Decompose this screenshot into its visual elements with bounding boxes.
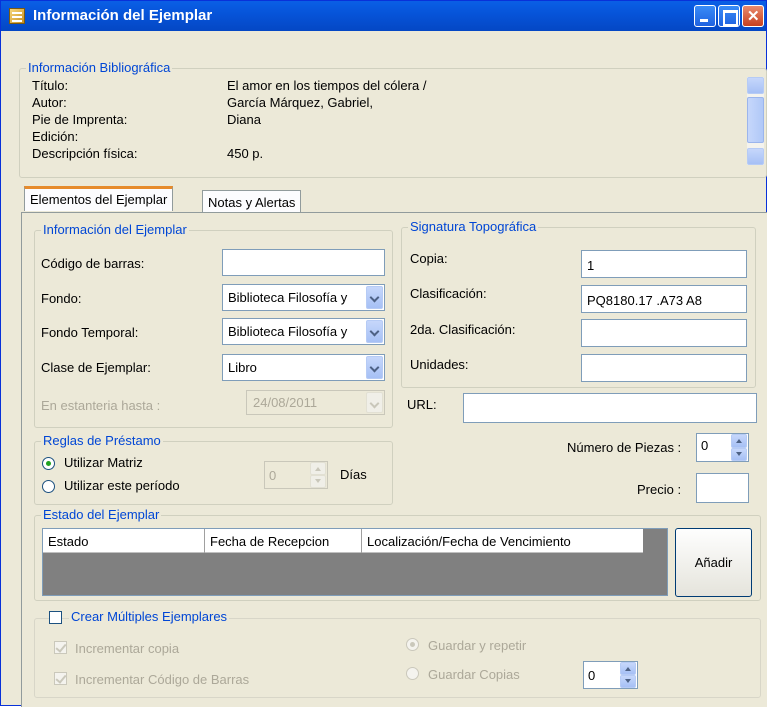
- column-header-estado[interactable]: Estado: [43, 529, 205, 553]
- title-bar[interactable]: Información del Ejemplar: [1, 1, 766, 31]
- estanteria-value: 24/08/2011: [253, 395, 318, 410]
- clase-ejemplar-value: Libro: [228, 360, 257, 375]
- unidades-label: Unidades:: [410, 357, 469, 372]
- url-input[interactable]: [463, 393, 757, 423]
- clase-ejemplar-label: Clase de Ejemplar:: [41, 360, 151, 375]
- estado-legend: Estado del Ejemplar: [41, 507, 162, 522]
- minimize-button[interactable]: [694, 5, 716, 27]
- crear-multiples-label[interactable]: Crear Múltiples Ejemplares: [69, 609, 230, 624]
- maximize-button[interactable]: [718, 5, 740, 27]
- spin-up-icon[interactable]: [731, 434, 747, 448]
- clasificacion-input[interactable]: PQ8180.17 .A73 A8: [581, 285, 747, 313]
- window-title: Información del Ejemplar: [33, 7, 213, 24]
- copia-input[interactable]: 1: [581, 250, 747, 278]
- fondo-temporal-select[interactable]: Biblioteca Filosofía y: [222, 318, 385, 345]
- clase-ejemplar-select[interactable]: Libro: [222, 354, 385, 381]
- dias-label: Días: [340, 467, 367, 482]
- guardar-repetir-radio[interactable]: [406, 638, 419, 651]
- column-header-fecha-recepcion[interactable]: Fecha de Recepcion: [205, 529, 362, 553]
- biblio-scrollbar[interactable]: [747, 77, 764, 165]
- spin-down-icon[interactable]: [731, 447, 747, 461]
- biblio-legend: Información Bibliográfica: [26, 60, 173, 75]
- utilizar-matriz-radio[interactable]: [42, 457, 55, 470]
- chevron-down-icon[interactable]: [366, 392, 383, 413]
- crear-multiples-checkbox[interactable]: [49, 611, 62, 624]
- tab-elementos[interactable]: Elementos del Ejemplar: [24, 186, 174, 211]
- precio-label: Precio :: [637, 482, 682, 497]
- chevron-down-icon[interactable]: [366, 286, 383, 309]
- app-icon: [9, 8, 25, 24]
- guardar-copias-label[interactable]: Guardar Copias: [428, 667, 520, 682]
- utilizar-matriz-label[interactable]: Utilizar Matriz: [64, 455, 143, 468]
- segunda-clasificacion-label: 2da. Clasificación:: [410, 322, 516, 337]
- biblio-title-value: El amor en los tiempos del cólera /: [227, 78, 427, 93]
- unidades-input[interactable]: [581, 354, 747, 382]
- utilizar-periodo-radio[interactable]: [42, 480, 55, 493]
- copias-value: 0: [588, 668, 596, 683]
- incrementar-copia-label[interactable]: Incrementar copia: [75, 641, 179, 656]
- close-button[interactable]: [742, 5, 764, 27]
- piezas-spinner[interactable]: 0: [696, 433, 749, 462]
- spin-down-icon[interactable]: [620, 675, 636, 688]
- dias-spinner[interactable]: 0: [264, 461, 328, 489]
- segunda-clasificacion-input[interactable]: [581, 319, 747, 347]
- window: Información del Ejemplar Información Bib…: [0, 0, 767, 707]
- incrementar-codigo-checkbox[interactable]: [54, 672, 67, 685]
- tab-notas[interactable]: Notas y Alertas: [202, 190, 302, 214]
- biblio-author-label: Autor:: [32, 95, 67, 110]
- biblio-author-value: García Márquez, Gabriel,: [227, 95, 373, 110]
- piezas-label: Número de Piezas :: [567, 440, 682, 455]
- fondo-temporal-label: Fondo Temporal:: [41, 325, 139, 340]
- estanteria-date-picker[interactable]: 24/08/2011: [246, 390, 385, 415]
- estado-grid[interactable]: Estado Fecha de Recepcion Localización/F…: [42, 528, 668, 596]
- reglas-legend: Reglas de Préstamo: [41, 433, 163, 448]
- utilizar-periodo-label[interactable]: Utilizar este período: [64, 478, 180, 493]
- piezas-value: 0: [701, 438, 709, 453]
- fondo-label: Fondo:: [41, 291, 82, 306]
- spin-up-icon[interactable]: [310, 462, 326, 475]
- codigo-barras-label: Código de barras:: [41, 256, 145, 271]
- grid-header: Estado Fecha de Recepcion Localización/F…: [43, 529, 643, 553]
- estanteria-label: En estanteria hasta :: [41, 398, 161, 413]
- info-ejemplar-legend: Información del Ejemplar: [41, 222, 189, 237]
- fondo-select[interactable]: Biblioteca Filosofía y: [222, 284, 385, 311]
- scroll-up-icon[interactable]: [747, 77, 764, 94]
- column-header-localizacion[interactable]: Localización/Fecha de Vencimiento: [362, 529, 643, 553]
- copias-spinner[interactable]: 0: [583, 661, 638, 689]
- codigo-barras-input[interactable]: [222, 249, 385, 276]
- biblio-imprint-value: Diana: [227, 112, 261, 127]
- dias-value: 0: [269, 468, 277, 483]
- scroll-thumb[interactable]: [747, 97, 764, 143]
- guardar-copias-radio[interactable]: [406, 667, 419, 680]
- chevron-down-icon[interactable]: [366, 356, 383, 379]
- fondo-value: Biblioteca Filosofía y: [228, 290, 348, 305]
- scroll-down-icon[interactable]: [747, 148, 764, 165]
- url-label: URL:: [407, 397, 437, 412]
- signatura-legend: Signatura Topográfica: [408, 219, 539, 234]
- biblio-title-label: Título:: [32, 78, 69, 93]
- fondo-temporal-value: Biblioteca Filosofía y: [228, 324, 348, 339]
- clasificacion-label: Clasificación:: [410, 286, 487, 301]
- biblio-imprint-label: Pie de Imprenta:: [32, 112, 128, 127]
- biblio-description-value: 450 p.: [227, 146, 264, 161]
- incrementar-codigo-label[interactable]: Incrementar Código de Barras: [75, 672, 249, 687]
- copia-label: Copia:: [410, 251, 448, 266]
- biblio-edition-label: Edición:: [32, 129, 79, 144]
- spin-down-icon[interactable]: [310, 475, 326, 488]
- chevron-down-icon[interactable]: [366, 320, 383, 343]
- biblio-description-label: Descripción física:: [32, 146, 138, 161]
- spin-up-icon[interactable]: [620, 662, 636, 675]
- guardar-repetir-label[interactable]: Guardar y repetir: [428, 638, 526, 653]
- precio-input[interactable]: [696, 473, 749, 503]
- incrementar-copia-checkbox[interactable]: [54, 641, 67, 654]
- anadir-button[interactable]: Añadir: [675, 528, 752, 597]
